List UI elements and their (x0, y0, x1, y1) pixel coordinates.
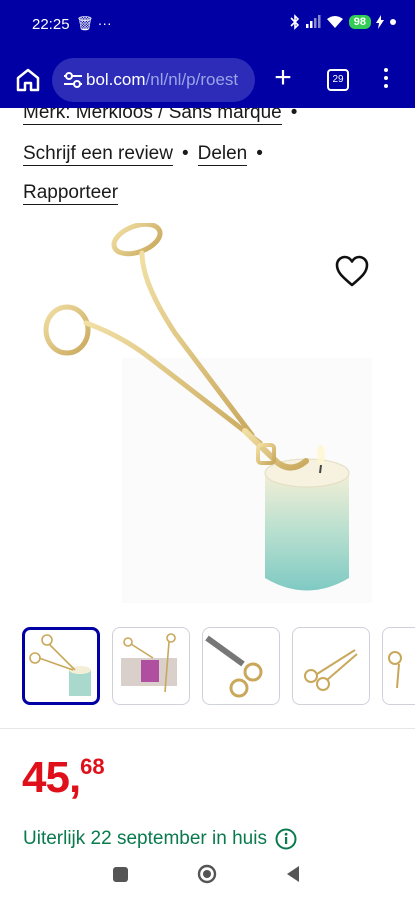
report-row: Rapporteer (23, 182, 119, 205)
delivery-info: Uiterlijk 22 september in huis (23, 828, 297, 850)
browser-toolbar: bol.com/nl/nl/p/roest + 29 (0, 52, 415, 108)
price-euros: 45, (22, 753, 81, 802)
site-settings-icon[interactable] (62, 70, 84, 90)
thumbnail-2[interactable] (112, 627, 190, 705)
price-cents: 68 (80, 754, 105, 779)
status-bar: 22:25 🗑 ··· 98 (0, 0, 415, 52)
dot-icon (390, 19, 396, 25)
thumbnail-5[interactable] (382, 627, 415, 705)
write-review-link[interactable]: Schrijf een review (23, 143, 173, 166)
delivery-text: Uiterlijk 22 september in huis (23, 828, 267, 849)
tab-switcher-button[interactable]: 29 (327, 69, 349, 91)
thumbnail-4[interactable] (292, 627, 370, 705)
url-domain: bol.com (86, 70, 146, 89)
bluetooth-icon (290, 14, 299, 30)
url-path: /nl/nl/p/roest (145, 70, 239, 89)
android-nav-bar (0, 850, 415, 900)
page-content: Merk: Merkloos / Sans marque • Schrijf ee… (0, 108, 415, 850)
brand-link[interactable]: Merk: Merkloos / Sans marque (23, 108, 282, 125)
url-text[interactable]: bol.com/nl/nl/p/roest (86, 70, 238, 90)
new-tab-button[interactable]: + (268, 60, 298, 96)
address-bar[interactable]: bol.com/nl/nl/p/roest (52, 58, 255, 102)
report-link[interactable]: Rapporteer (23, 182, 119, 205)
action-links-row: Schrijf een review • Delen • (23, 143, 272, 166)
back-icon[interactable] (284, 865, 302, 883)
battery-icon: 98 (348, 15, 371, 29)
info-icon[interactable] (275, 828, 297, 850)
brand-line: Merk: Merkloos / Sans marque • (23, 108, 306, 125)
divider (0, 728, 415, 729)
thumbnail-strip (22, 627, 415, 705)
home-icon[interactable] (12, 64, 44, 96)
charging-icon (376, 15, 384, 29)
separator: • (256, 143, 263, 164)
home-circle-icon[interactable] (197, 864, 217, 884)
recents-icon[interactable] (113, 867, 128, 882)
separator: • (181, 143, 189, 164)
thumbnail-3[interactable] (202, 627, 280, 705)
wifi-icon (326, 16, 343, 28)
signal-icon (305, 15, 321, 28)
notification-icons: 🗑 ··· (76, 15, 112, 31)
separator: • (290, 108, 298, 123)
status-right-icons: 98 (290, 14, 397, 30)
share-link[interactable]: Delen (197, 143, 248, 166)
thumbnail-1[interactable] (22, 627, 100, 705)
product-image[interactable] (30, 223, 380, 608)
status-time: 22:25 (32, 16, 70, 33)
more-options-icon[interactable] (380, 68, 392, 92)
price: 45,68 (22, 753, 105, 803)
